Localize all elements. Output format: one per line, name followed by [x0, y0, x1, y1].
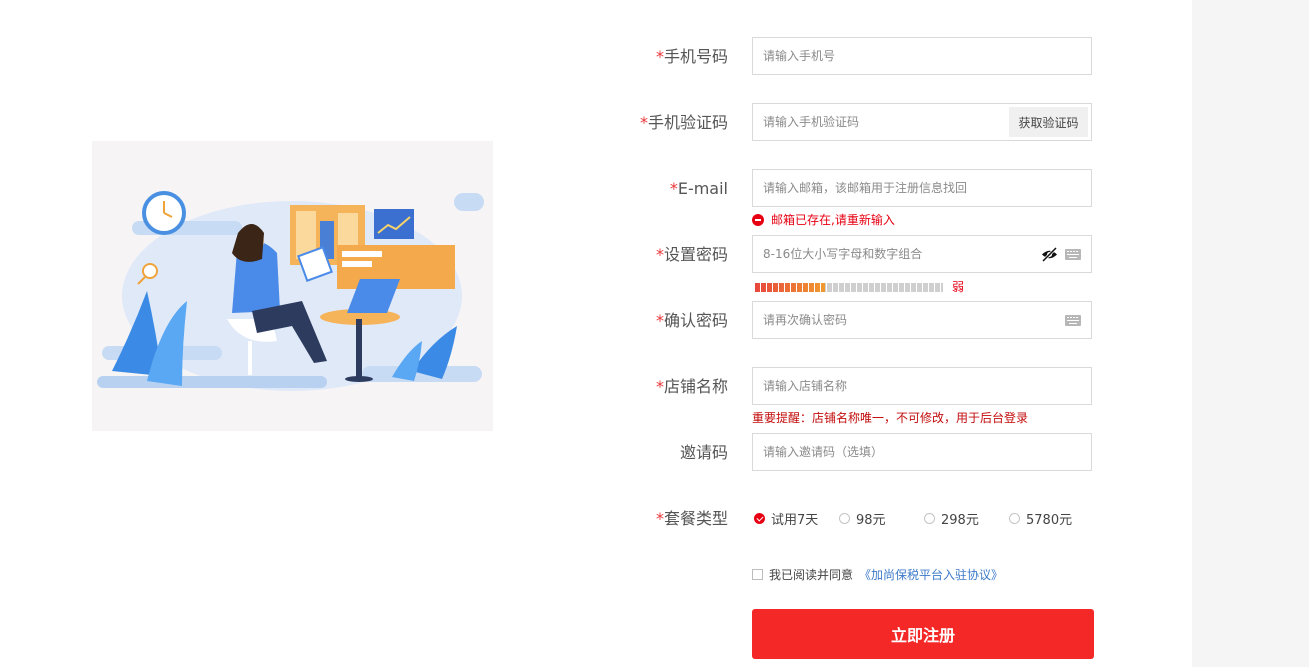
keyboard-icon[interactable]	[1065, 315, 1081, 326]
password-field	[752, 235, 1092, 273]
invite-code-field	[752, 433, 1092, 471]
right-gutter	[1192, 0, 1309, 667]
phone-input[interactable]	[753, 38, 1091, 74]
phone-field	[752, 37, 1092, 75]
agreement-checkbox[interactable]	[752, 569, 763, 580]
agreement-text: 我已阅读并同意	[769, 568, 854, 582]
password-label: *设置密码	[655, 245, 728, 264]
agreement-row: 我已阅读并同意 《加尚保税平台入驻协议》	[752, 566, 1003, 583]
confirm-password-field	[752, 301, 1092, 339]
plan-label: *套餐类型	[655, 509, 728, 528]
plan-option-98[interactable]: 98元	[839, 509, 886, 528]
shop-name-input[interactable]	[753, 368, 1091, 404]
sms-code-field: 获取验证码	[752, 103, 1092, 141]
radio-icon[interactable]	[839, 513, 850, 524]
email-error: 邮箱已存在,请重新输入	[752, 211, 895, 228]
agreement-link[interactable]: 《加尚保税平台入驻协议》	[859, 566, 1003, 583]
email-input[interactable]	[753, 170, 1091, 206]
phone-label: *手机号码	[655, 47, 728, 66]
radio-icon[interactable]	[1009, 513, 1020, 524]
register-button[interactable]: 立即注册	[752, 609, 1094, 659]
plan-option-5780[interactable]: 5780元	[1009, 509, 1072, 528]
invite-code-input[interactable]	[753, 434, 1091, 470]
error-icon	[752, 213, 764, 226]
confirm-password-input[interactable]	[753, 302, 1091, 338]
password-strength-bar	[755, 283, 943, 292]
shop-name-label: *店铺名称	[655, 377, 728, 396]
eye-off-icon[interactable]	[1041, 247, 1058, 262]
invite-code-label: 邀请码	[679, 443, 728, 462]
shop-name-field	[752, 367, 1092, 405]
plan-option-298[interactable]: 298元	[924, 509, 979, 528]
radio-checked-icon[interactable]	[754, 513, 765, 524]
sms-code-label: *手机验证码	[639, 113, 728, 132]
password-strength-label: 弱	[952, 280, 965, 294]
confirm-password-label: *确认密码	[655, 311, 728, 330]
email-error-text: 邮箱已存在,请重新输入	[771, 213, 895, 227]
keyboard-icon[interactable]	[1065, 249, 1081, 260]
email-label: *E-mail	[669, 179, 728, 198]
password-strength-fill	[755, 283, 825, 292]
get-code-button[interactable]: 获取验证码	[1009, 107, 1088, 137]
illustration-image	[92, 141, 493, 431]
email-field	[752, 169, 1092, 207]
radio-icon[interactable]	[924, 513, 935, 524]
shop-name-tip: 重要提醒：店铺名称唯一，不可修改，用于后台登录	[752, 411, 1029, 425]
plan-option-trial[interactable]: 试用7天	[754, 509, 818, 528]
